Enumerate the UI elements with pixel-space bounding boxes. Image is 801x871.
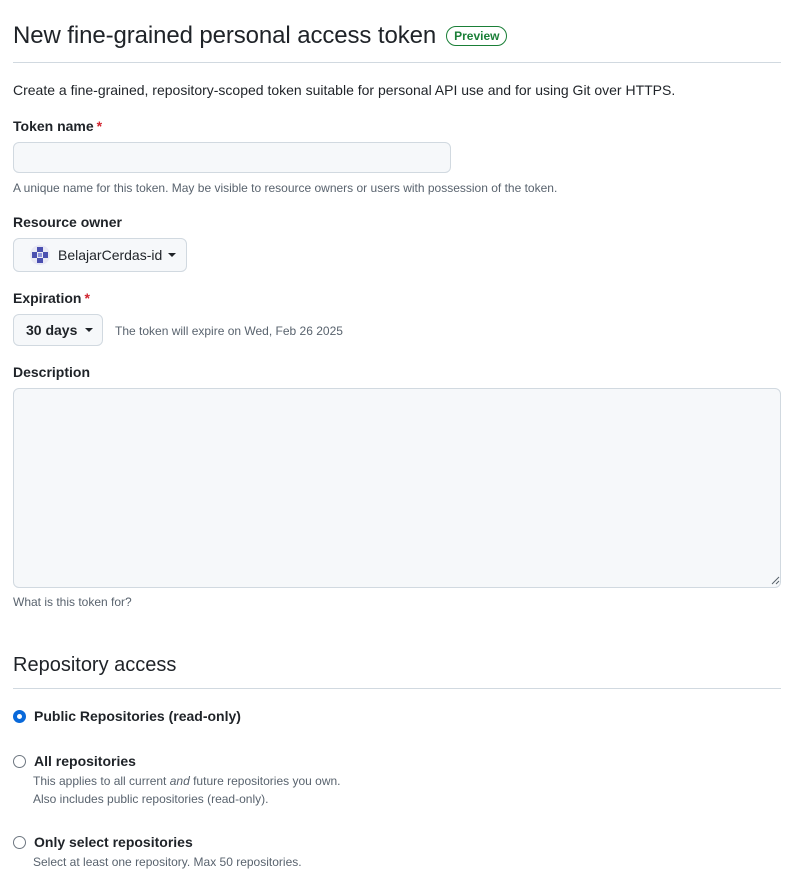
- radio-select-repos[interactable]: Only select repositories: [13, 834, 193, 850]
- expiration-select[interactable]: 30 days: [13, 314, 103, 346]
- intro-text: Create a fine-grained, repository-scoped…: [13, 82, 676, 98]
- radio-all-repos[interactable]: All repositories: [13, 753, 136, 769]
- resource-owner-select[interactable]: BelajarCerdas-id: [13, 238, 187, 272]
- token-name-label: Token name *: [13, 118, 102, 134]
- description-textarea[interactable]: [13, 388, 781, 588]
- help-text: This applies to all current: [33, 774, 170, 788]
- token-name-hint: A unique name for this token. May be vis…: [13, 181, 558, 195]
- radio-button-checked[interactable]: [13, 709, 26, 723]
- expiration-label: Expiration *: [13, 290, 90, 306]
- resource-owner-value: BelajarCerdas-id: [58, 247, 163, 263]
- select-repos-help: Select at least one repository. Max 50 r…: [33, 855, 302, 869]
- owner-avatar: [30, 245, 50, 265]
- page-title: New fine-grained personal access token: [13, 22, 437, 49]
- expiration-value: 30 days: [26, 322, 78, 338]
- all-repos-help: This applies to all current and future r…: [33, 772, 341, 808]
- radio-button[interactable]: [13, 835, 26, 849]
- radio-button[interactable]: [13, 754, 26, 768]
- description-label: Description: [13, 364, 91, 380]
- token-name-label-text: Token name: [13, 118, 94, 134]
- preview-badge: Preview: [446, 26, 508, 46]
- token-name-input[interactable]: [13, 142, 451, 173]
- help-text: future repositories you own.: [189, 774, 341, 788]
- chevron-down-icon: [85, 328, 94, 332]
- owner-avatar-icon: [32, 247, 48, 263]
- resize-grip-icon[interactable]: [771, 576, 780, 585]
- section-divider: [13, 688, 781, 689]
- expiration-note: The token will expire on Wed, Feb 26 202…: [115, 324, 343, 338]
- required-mark: *: [96, 118, 103, 134]
- help-emphasis: and: [169, 774, 190, 788]
- all-repos-help-line2: Also includes public repositories (read-…: [33, 792, 269, 806]
- required-mark: *: [84, 290, 90, 306]
- header-divider: [13, 62, 781, 63]
- resource-owner-label: Resource owner: [13, 214, 122, 230]
- title-row: New fine-grained personal access token P…: [13, 22, 508, 50]
- chevron-down-icon: [168, 253, 177, 257]
- all-repos-help-line1: This applies to all current and future r…: [33, 772, 341, 790]
- radio-label: Only select repositories: [34, 834, 193, 850]
- radio-label: All repositories: [34, 753, 136, 769]
- radio-public-repos[interactable]: Public Repositories (read-only): [13, 708, 241, 724]
- repository-access-title: Repository access: [13, 654, 177, 676]
- description-hint: What is this token for?: [13, 595, 132, 609]
- radio-label: Public Repositories (read-only): [34, 708, 241, 724]
- expiration-label-text: Expiration: [13, 290, 82, 306]
